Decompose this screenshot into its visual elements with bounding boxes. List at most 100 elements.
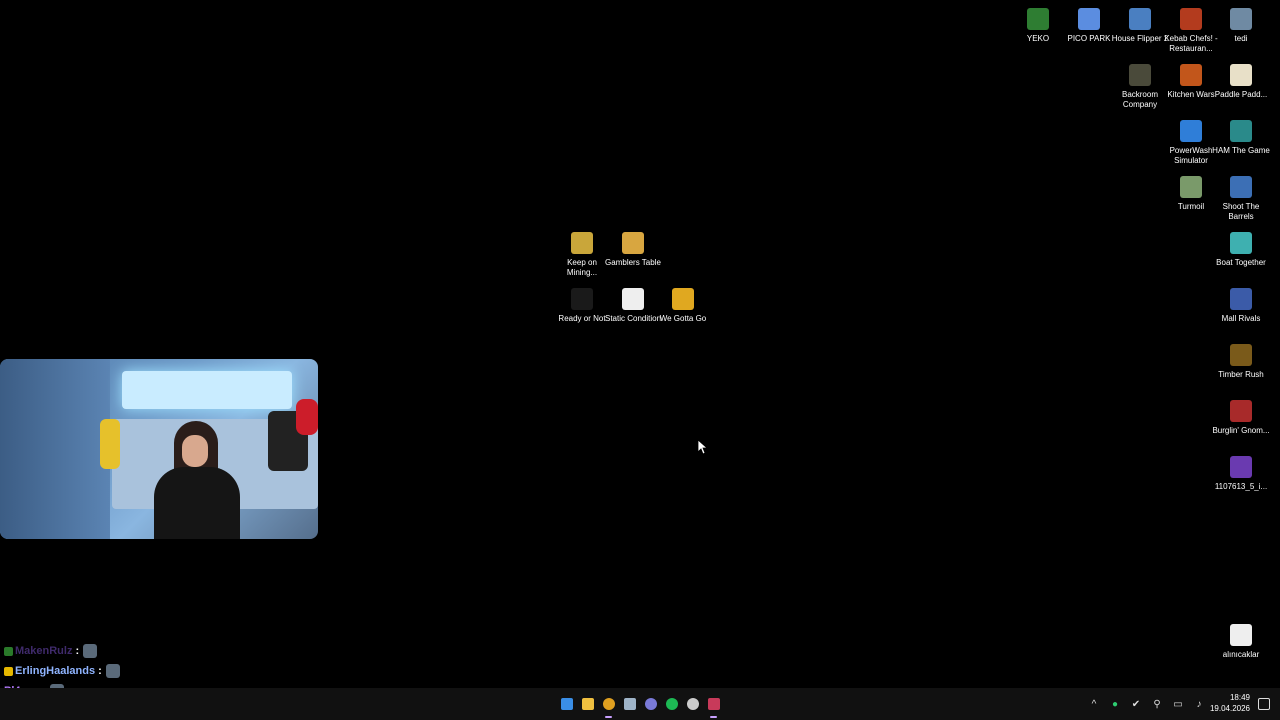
chevron-up-icon[interactable]: ^ — [1088, 698, 1100, 710]
desktop-icon[interactable]: Paddle Padd... — [1214, 60, 1268, 100]
pico-park-icon — [1078, 8, 1100, 30]
keep-on-mining-icon — [571, 232, 593, 254]
desktop-icon[interactable]: Gamblers Table — [605, 228, 661, 268]
obs-icon — [686, 698, 699, 710]
recycle-bin-icon — [1230, 8, 1252, 30]
volume-icon[interactable]: ♪ — [1193, 698, 1205, 710]
ready-or-not-icon — [571, 288, 593, 310]
system-tray: ^ ● ✔ ⚲ ▭ ♪ — [1088, 688, 1205, 720]
mouse-cursor-icon — [698, 440, 708, 455]
taskbar-app-obs[interactable] — [682, 688, 703, 720]
desktop-icon[interactable]: House Flipper 2 — [1112, 4, 1168, 44]
chat-separator: : — [75, 645, 80, 657]
timber-rush-icon — [1230, 344, 1252, 366]
kitchen-wars-icon — [1180, 64, 1202, 86]
taskbar: ^ ● ✔ ⚲ ▭ ♪ 18:49 19.04.2026 — [0, 688, 1280, 720]
desktop-icon[interactable]: Static Condition — [605, 284, 661, 324]
microphone-icon[interactable]: ⚲ — [1151, 698, 1163, 710]
chat-message: ErlingHaalands: — [4, 661, 304, 681]
chat-username: ErlingHaalands — [15, 665, 96, 677]
desktop-icon-label: Mall Rivals — [1221, 314, 1261, 323]
house-flipper-icon — [1129, 8, 1151, 30]
webcam-led-headboard — [122, 371, 292, 409]
webcam-streamer — [150, 421, 242, 539]
mall-rivals-icon — [1230, 288, 1252, 310]
steam-icon — [707, 698, 720, 710]
powerwash-icon — [1180, 120, 1202, 142]
desktop-icon[interactable]: Keep on Mining... — [555, 228, 609, 278]
desktop-icon-label: HAM The Game — [1212, 146, 1270, 155]
webcam-red-plush — [296, 399, 318, 435]
desktop-icon[interactable]: 1107613_5_i... — [1214, 452, 1268, 492]
network-icon[interactable]: ▭ — [1172, 698, 1184, 710]
static-condition-icon — [622, 288, 644, 310]
desktop-icon[interactable]: alınıcaklar — [1214, 620, 1268, 660]
desktop-icon-label: Timber Rush — [1218, 370, 1264, 379]
desktop-icon[interactable]: tedi — [1214, 4, 1268, 44]
desktop-icon[interactable]: Kebab Chefs! - Restauran... — [1164, 4, 1218, 54]
discord-icon — [644, 698, 657, 710]
folder-icon — [581, 698, 594, 710]
text-file-icon — [1230, 624, 1252, 646]
steam-tray-icon[interactable]: ✔ — [1130, 698, 1142, 710]
paddle-paddle-icon — [1230, 64, 1252, 86]
shoot-barrels-icon — [1230, 176, 1252, 198]
image-file-icon — [1230, 456, 1252, 478]
chat-emote-icon — [105, 664, 120, 678]
desktop-icon-label: We Gotta Go — [659, 314, 707, 323]
desktop-icon[interactable]: Shoot The Barrels — [1214, 172, 1268, 222]
desktop-icon-label: 1107613_5_i... — [1214, 482, 1268, 491]
gamblers-table-icon — [622, 232, 644, 254]
chat-emote-icon — [83, 644, 98, 658]
taskbar-apps — [556, 688, 724, 720]
webcam-plush-toy — [100, 419, 120, 469]
desktop-icon[interactable]: Timber Rush — [1214, 340, 1268, 380]
green-dot-icon[interactable]: ● — [1109, 698, 1121, 710]
webcam-overlay — [0, 359, 318, 539]
streamer-torso — [154, 467, 240, 539]
taskbar-app-discord[interactable] — [640, 688, 661, 720]
desktop-icon-label: Boat Together — [1216, 258, 1266, 267]
webcam-wall — [0, 359, 110, 539]
taskbar-app-file-explorer[interactable] — [577, 688, 598, 720]
turmoil-icon — [1180, 176, 1202, 198]
we-gotta-go-icon — [672, 288, 694, 310]
streamer-face — [182, 435, 208, 467]
desktop-icon[interactable]: Boat Together — [1214, 228, 1268, 268]
desktop-icon-label: tedi — [1234, 34, 1248, 43]
desktop-icon[interactable]: PowerWash Simulator — [1164, 116, 1218, 166]
desktop-icon[interactable]: YEKO — [1011, 4, 1065, 44]
taskbar-app-steam[interactable] — [703, 688, 724, 720]
chrome-icon — [602, 698, 615, 710]
taskbar-app-steam-link[interactable] — [619, 688, 640, 720]
taskbar-app-start[interactable] — [556, 688, 577, 720]
desktop-icon[interactable]: Ready or Not — [555, 284, 609, 324]
taskbar-clock[interactable]: 18:49 19.04.2026 — [1208, 692, 1250, 714]
burglin-gnomes-icon — [1230, 400, 1252, 422]
desktop-icon[interactable]: HAM The Game — [1212, 116, 1270, 156]
windows-start-icon — [560, 698, 573, 710]
kebab-chefs-icon — [1180, 8, 1202, 30]
desktop-icon[interactable]: Backroom Company — [1113, 60, 1167, 110]
desktop-icon-label: Gamblers Table — [605, 258, 661, 267]
desktop-icon[interactable]: PICO PARK — [1062, 4, 1116, 44]
desktop-icon-label: Paddle Padd... — [1214, 90, 1268, 99]
chat-message: MakenRulz: — [4, 641, 304, 661]
notification-icon[interactable] — [1258, 698, 1270, 710]
desktop-icon-label: alınıcaklar — [1222, 650, 1260, 659]
taskbar-app-spotify[interactable] — [661, 688, 682, 720]
desktop-icon[interactable]: We Gotta Go — [656, 284, 710, 324]
chat-badge-icon — [4, 646, 13, 656]
clock-time: 18:49 — [1229, 693, 1250, 702]
chat-username: MakenRulz — [15, 645, 73, 657]
desktop-icon[interactable]: Kitchen Wars — [1164, 60, 1218, 100]
backroom-company-icon — [1129, 64, 1151, 86]
chat-badge-icon — [4, 666, 13, 676]
desktop-icon[interactable]: Burglin' Gnom... — [1212, 396, 1270, 436]
yeko-game-icon — [1027, 8, 1049, 30]
boat-together-icon — [1230, 232, 1252, 254]
desktop-icon-label: Burglin' Gnom... — [1212, 426, 1270, 435]
desktop-icon[interactable]: Turmoil — [1164, 172, 1218, 212]
desktop-icon[interactable]: Mall Rivals — [1214, 284, 1268, 324]
taskbar-app-chrome[interactable] — [598, 688, 619, 720]
